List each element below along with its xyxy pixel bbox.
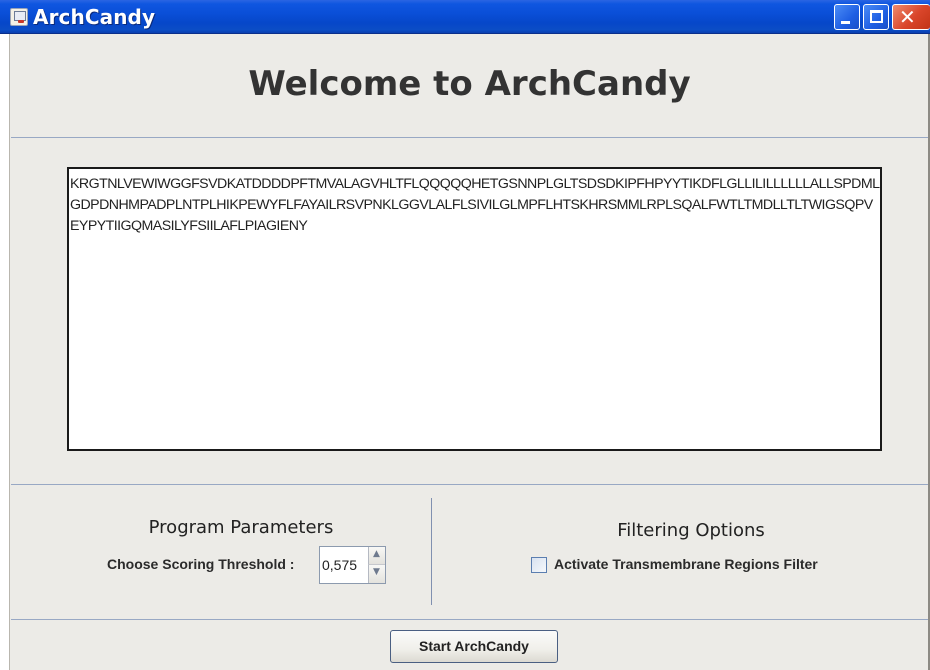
start-archcandy-button[interactable]: Start ArchCandy: [390, 630, 558, 663]
scoring-threshold-label: Choose Scoring Threshold :: [107, 556, 295, 572]
window-title: ArchCandy: [33, 5, 156, 29]
transmembrane-filter-checkbox[interactable]: [531, 557, 547, 573]
window-frame-left: [0, 34, 10, 670]
page-title: Welcome to ArchCandy: [248, 64, 691, 104]
close-icon: ✕: [899, 5, 916, 29]
filtering-options-title: Filtering Options: [617, 520, 765, 541]
arrow-down-icon: ▼: [373, 567, 380, 577]
app-window: ArchCandy ✕ Welcome to ArchCandy KRGTNLV…: [0, 0, 930, 670]
spinner-down-button[interactable]: ▼: [368, 565, 385, 583]
divider-middle: [11, 484, 928, 485]
close-button[interactable]: ✕: [892, 4, 930, 30]
divider-bottom: [11, 619, 928, 620]
spinner-up-button[interactable]: ▲: [368, 547, 385, 565]
program-parameters-title: Program Parameters: [148, 517, 334, 538]
scoring-threshold-spinner[interactable]: 0,575 ▲ ▼: [319, 546, 386, 584]
divider-top: [11, 137, 928, 138]
java-cup-icon[interactable]: [10, 8, 28, 26]
maximize-icon: [870, 10, 883, 23]
minimize-button[interactable]: [834, 4, 860, 30]
maximize-button[interactable]: [863, 4, 889, 30]
sequence-textarea[interactable]: KRGTNLVEWIWGGFSVDKATDDDDPFTMVALAGVHLTFLQ…: [67, 167, 882, 451]
minimize-icon: [841, 21, 850, 24]
vertical-divider: [431, 498, 432, 605]
main-panel: Welcome to ArchCandy KRGTNLVEWIWGGFSVDKA…: [11, 34, 928, 670]
title-bar[interactable]: ArchCandy ✕: [0, 0, 930, 34]
arrow-up-icon: ▲: [373, 549, 380, 559]
scoring-threshold-value[interactable]: 0,575: [322, 557, 357, 573]
transmembrane-filter-label[interactable]: Activate Transmembrane Regions Filter: [554, 556, 818, 572]
